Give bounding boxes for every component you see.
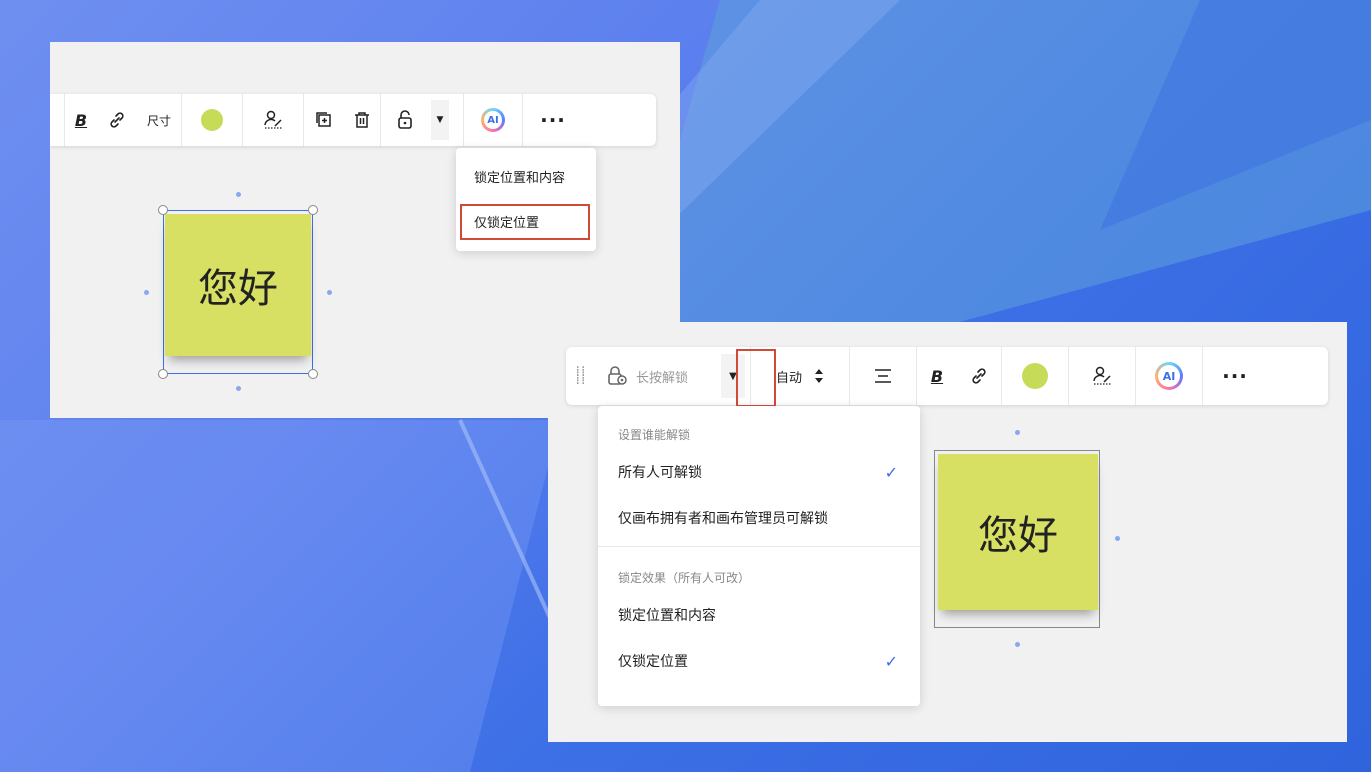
size-label: 尺寸 xyxy=(146,113,171,128)
shape-edit-icon xyxy=(1093,366,1111,385)
resize-handle[interactable] xyxy=(308,205,318,215)
ai-icon: AI xyxy=(481,108,505,132)
menu-item-everyone-unlock[interactable]: 所有人可解锁 ✓ xyxy=(598,450,920,496)
check-icon: ✓ xyxy=(884,652,898,671)
link-button[interactable] xyxy=(97,94,137,146)
canvas-panel-bottom: ⁞⁞ ⁞⁞ 长按解锁 ▼ 自动 B AI ··· 设置谁能解锁 所有人可解锁 ✓… xyxy=(548,322,1347,742)
auto-label: 自动 xyxy=(775,370,802,386)
unlock-menu: 设置谁能解锁 所有人可解锁 ✓ 仅画布拥有者和画布管理员可解锁 锁定效果（所有人… xyxy=(598,406,920,706)
bold-icon: B xyxy=(930,366,944,386)
unlock-icon xyxy=(398,110,412,129)
color-button[interactable] xyxy=(182,94,242,146)
more-icon: ··· xyxy=(540,108,566,132)
connector-dot[interactable] xyxy=(236,192,241,197)
unlock-button[interactable] xyxy=(381,94,429,146)
link-button[interactable] xyxy=(957,347,1001,405)
connector-dot[interactable] xyxy=(1115,536,1120,541)
drag-grip-icon: ⁞⁞ ⁞⁞ xyxy=(575,364,587,388)
menu-item-lock-all[interactable]: 锁定位置和内容 xyxy=(456,159,596,199)
menu-item-owners-unlock[interactable]: 仅画布拥有者和画布管理员可解锁 xyxy=(598,496,920,542)
more-button[interactable]: ··· xyxy=(523,94,583,146)
drag-grip[interactable]: ⁞⁞ ⁞⁞ xyxy=(566,347,596,405)
chevron-down-icon: ▼ xyxy=(436,115,444,125)
highlight-outline xyxy=(736,349,776,407)
delete-icon xyxy=(355,112,369,128)
size-button[interactable]: 尺寸 xyxy=(137,94,181,146)
link-icon xyxy=(972,368,986,384)
unlock-label: 长按解锁 xyxy=(636,370,689,386)
bold-button[interactable]: B xyxy=(65,94,97,146)
color-icon xyxy=(201,109,223,131)
menu-divider xyxy=(598,546,920,547)
shape-edit-button[interactable] xyxy=(243,94,303,146)
long-press-unlock-button[interactable]: 长按解锁 xyxy=(596,347,716,405)
ai-icon: AI xyxy=(1155,362,1183,390)
sticky-note[interactable]: 您好 xyxy=(938,454,1098,610)
link-icon xyxy=(110,112,124,128)
sticky-note[interactable]: 您好 xyxy=(165,214,311,356)
resize-handle[interactable] xyxy=(158,205,168,215)
section-title-who-can-unlock: 设置谁能解锁 xyxy=(618,428,691,442)
delete-button[interactable] xyxy=(344,94,380,146)
align-center-icon xyxy=(875,369,891,383)
connector-dot[interactable] xyxy=(144,290,149,295)
sticky-note-text: 您好 xyxy=(198,266,278,312)
check-icon: ✓ xyxy=(884,463,898,482)
resize-handle[interactable] xyxy=(158,369,168,379)
align-button[interactable] xyxy=(850,347,916,405)
connector-dot[interactable] xyxy=(327,290,332,295)
bold-icon: B xyxy=(74,110,88,130)
bold-button[interactable]: B xyxy=(917,347,957,405)
shape-edit-icon xyxy=(264,110,282,129)
connector-dot[interactable] xyxy=(1015,642,1020,647)
lock-dropdown-toggle[interactable]: ▼ xyxy=(429,94,451,146)
menu-item-lock-position[interactable]: 仅锁定位置 ✓ xyxy=(598,639,920,685)
ai-button[interactable]: AI xyxy=(1136,347,1202,405)
toolbar-bottom: ⁞⁞ ⁞⁞ 长按解锁 ▼ 自动 B AI ··· xyxy=(566,347,1328,405)
more-button[interactable]: ··· xyxy=(1203,347,1267,405)
duplicate-icon xyxy=(316,112,331,127)
connector-dot[interactable] xyxy=(236,386,241,391)
sticky-note-text: 您好 xyxy=(978,513,1058,559)
connector-dot[interactable] xyxy=(1015,430,1020,435)
menu-item-lock-all[interactable]: 锁定位置和内容 xyxy=(598,593,920,639)
toolbar-top: B 尺寸 ▼ AI ··· xyxy=(50,94,656,146)
menu-item-lock-position[interactable]: 仅锁定位置 xyxy=(460,204,590,240)
color-button[interactable] xyxy=(1002,347,1068,405)
lock-location-icon xyxy=(608,366,627,385)
color-icon xyxy=(1022,363,1048,389)
more-icon: ··· xyxy=(1222,364,1248,388)
lock-menu-top: 锁定位置和内容 仅锁定位置 xyxy=(456,148,596,251)
resize-handle[interactable] xyxy=(308,369,318,379)
duplicate-button[interactable] xyxy=(304,94,344,146)
updown-arrow-icon xyxy=(815,369,823,383)
section-title-lock-effect: 锁定效果（所有人可改） xyxy=(618,571,751,585)
shape-edit-button[interactable] xyxy=(1069,347,1135,405)
ai-button[interactable]: AI xyxy=(464,94,522,146)
